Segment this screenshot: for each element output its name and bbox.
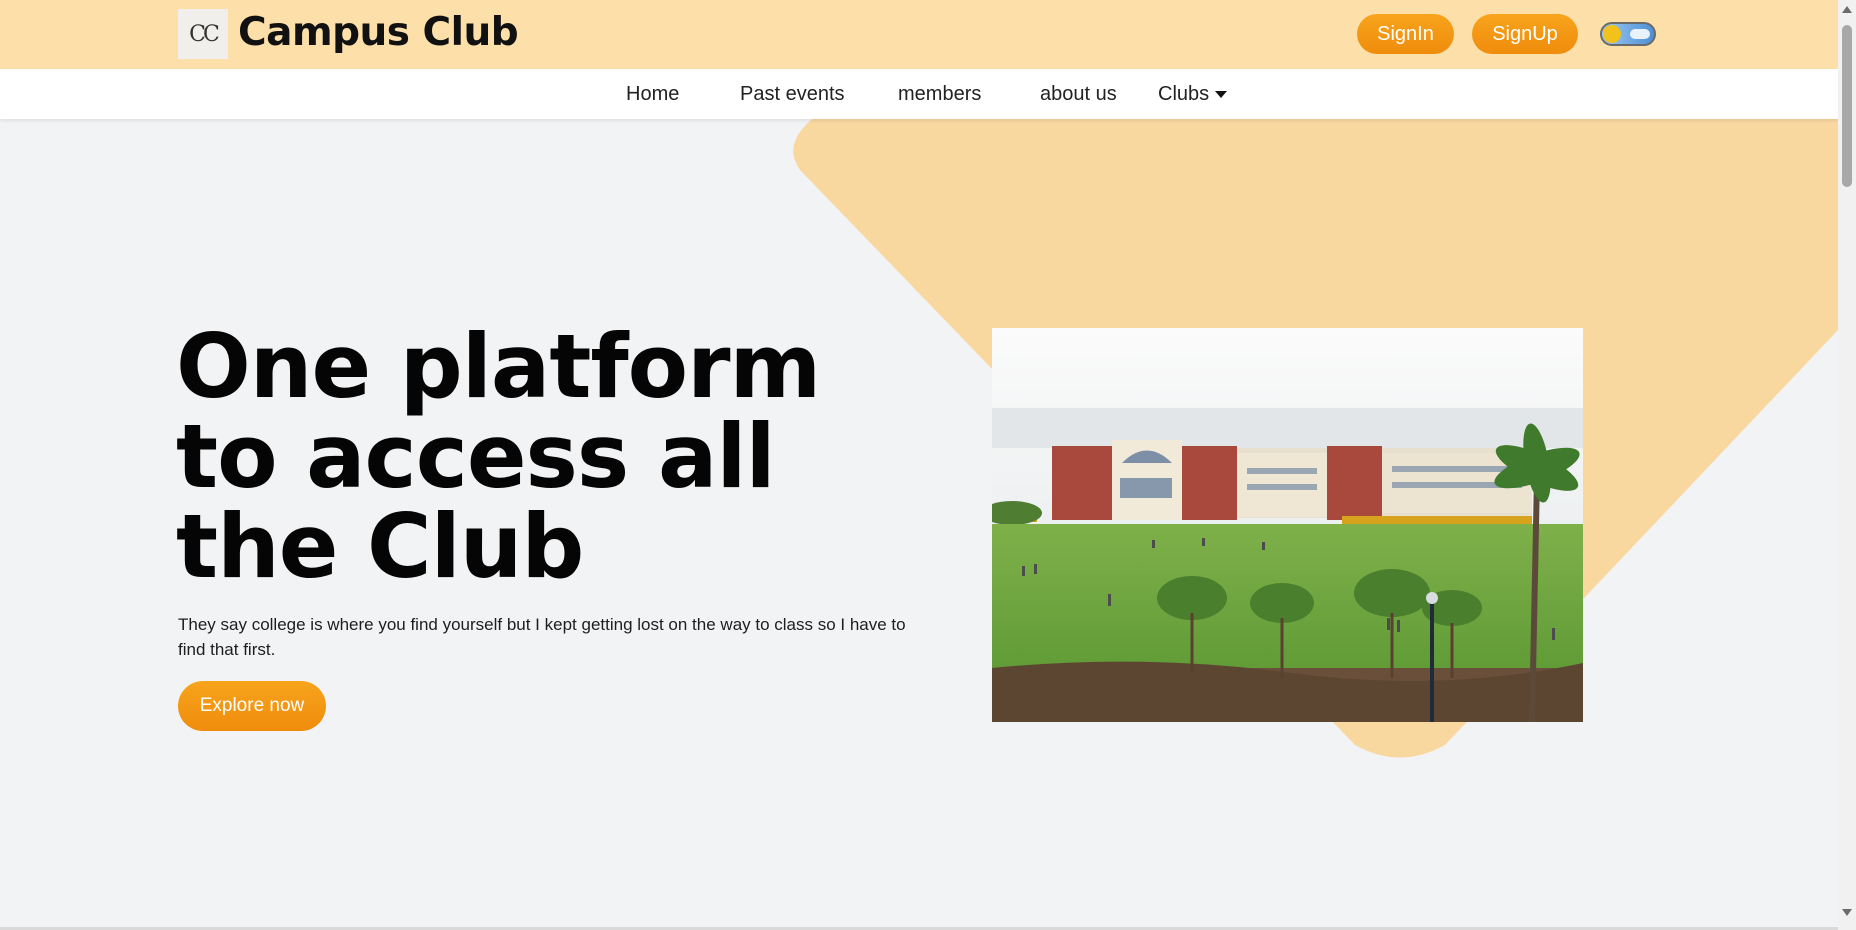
hero-subtitle: They say college is where you find yours… xyxy=(178,615,906,659)
page: CC Campus Club SignIn SignUp Home Past e… xyxy=(0,0,1856,930)
signup-button[interactable]: SignUp xyxy=(1472,14,1578,54)
brand-title[interactable]: Campus Club xyxy=(238,10,519,55)
hero-title: One platform to access all the Club xyxy=(176,315,821,598)
theme-toggle[interactable] xyxy=(1600,22,1656,46)
scroll-down-arrow-icon[interactable] xyxy=(1842,909,1852,916)
explore-now-button[interactable]: Explore now xyxy=(178,681,326,731)
scrollbar-thumb[interactable] xyxy=(1842,25,1852,187)
nav-bar: Home Past events members about us Clubs xyxy=(0,69,1838,119)
nav-item-past-events[interactable]: Past events xyxy=(740,83,845,106)
campus-photo xyxy=(992,328,1583,722)
vertical-scrollbar[interactable] xyxy=(1838,0,1856,930)
top-header: CC Campus Club SignIn SignUp xyxy=(0,0,1838,69)
cloud-icon xyxy=(1630,29,1650,39)
logo[interactable]: CC xyxy=(178,9,228,59)
logo-text: CC xyxy=(189,21,220,47)
signin-button[interactable]: SignIn xyxy=(1357,14,1454,54)
nav-item-clubs-label: Clubs xyxy=(1158,83,1210,105)
nav-item-clubs-dropdown[interactable]: Clubs xyxy=(1158,83,1228,106)
caret-down-icon xyxy=(1215,91,1228,98)
scroll-up-arrow-icon[interactable] xyxy=(1842,6,1852,13)
nav-item-members[interactable]: members xyxy=(898,83,981,106)
sun-icon xyxy=(1603,25,1621,43)
nav-item-about-us[interactable]: about us xyxy=(1040,83,1117,106)
campus-building-image xyxy=(992,328,1583,722)
nav-item-home[interactable]: Home xyxy=(626,83,679,106)
